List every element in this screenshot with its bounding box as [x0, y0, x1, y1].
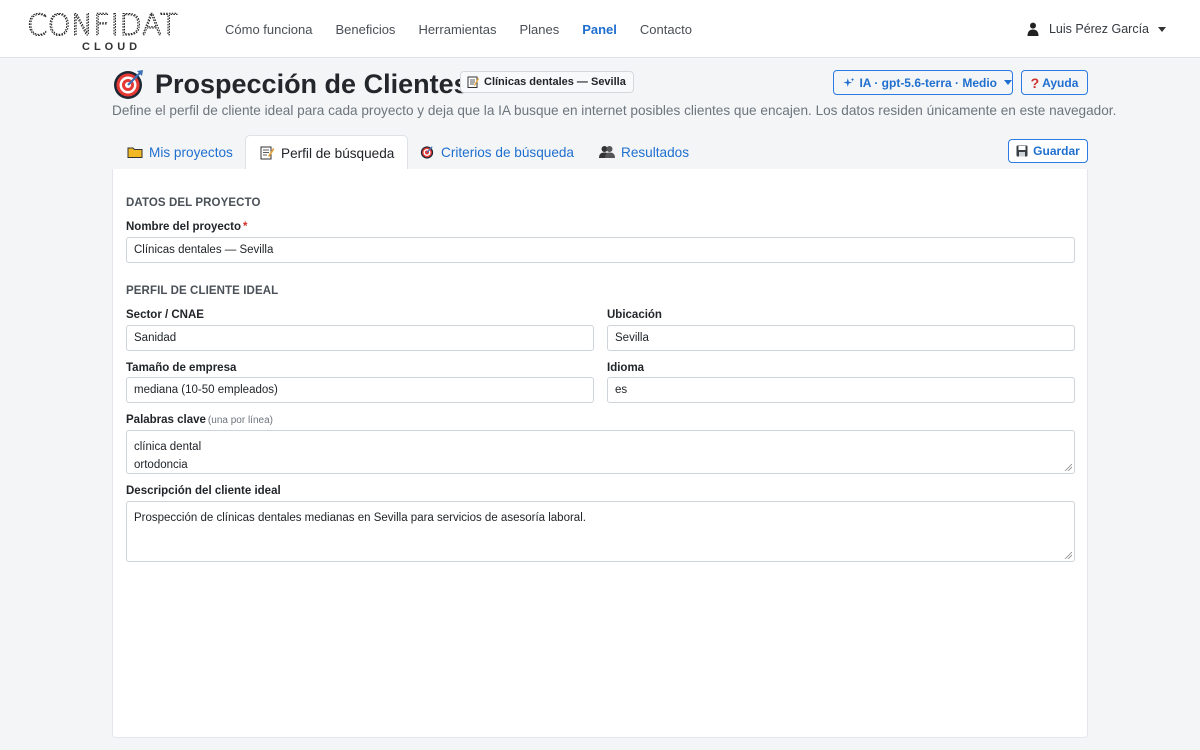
help-button[interactable]: ? Ayuda: [1021, 70, 1088, 95]
memo-icon: [467, 76, 479, 88]
tab-label: Mis proyectos: [149, 144, 233, 160]
required-marker: *: [243, 221, 248, 233]
ai-model-label: IA · gpt-5.6-terra · Medio: [859, 75, 997, 90]
floppy-disk-icon: [1016, 145, 1028, 157]
project-name-input[interactable]: Clínicas dentales — Sevilla: [126, 237, 1075, 263]
tab-perfil-de-busqueda[interactable]: Perfil de búsqueda: [245, 135, 409, 170]
section-title-ideal-profile: PERFIL DE CLIENTE IDEAL: [126, 285, 279, 297]
keyword-line: ortodoncia: [134, 459, 188, 471]
top-navbar: CONFIDAT CLOUD Cómo funciona Beneficios …: [0, 0, 1200, 58]
search-profile-panel: DATOS DEL PROYECTO Nombre del proyecto * …: [112, 169, 1088, 738]
chevron-down-icon: [1158, 26, 1166, 32]
tab-label: Perfil de búsqueda: [281, 145, 395, 161]
user-name: Luis Pérez García: [1048, 22, 1149, 36]
project-badge: Clínicas dentales — Sevilla: [460, 71, 634, 93]
nav-link-beneficios[interactable]: Beneficios: [335, 22, 395, 37]
user-menu-dropdown[interactable]: Luis Pérez García: [1027, 0, 1166, 58]
page-title: Prospección de Clientes: [155, 69, 469, 99]
sector-label: Sector / CNAE: [126, 309, 204, 321]
folder-icon: [127, 147, 143, 158]
company-size-input[interactable]: mediana (10-50 empleados): [126, 377, 594, 403]
brand-subtitle: CLOUD: [82, 41, 142, 53]
tab-label: Resultados: [621, 144, 690, 160]
nav-link-planes[interactable]: Planes: [519, 22, 559, 37]
page-header: Prospección de Clientes Clínicas dentale…: [113, 67, 1088, 107]
language-label: Idioma: [607, 362, 645, 374]
save-button[interactable]: Guardar: [1008, 139, 1088, 163]
resize-grip-icon[interactable]: [1064, 463, 1072, 471]
tab-bar: Mis proyectos Perfil de búsqueda Criteri…: [113, 135, 1088, 170]
main-nav: Cómo funciona Beneficios Herramientas Pl…: [225, 0, 715, 58]
keywords-hint: (una por línea): [207, 415, 273, 426]
chevron-down-icon: [1004, 80, 1012, 85]
user-icon: [1027, 22, 1039, 36]
description-text: Prospección de clínicas dentales mediana…: [134, 512, 586, 524]
project-name-label-text: Nombre del proyecto: [126, 221, 242, 233]
brand-wordmark: CONFIDAT: [27, 8, 178, 42]
save-button-label: Guardar: [1033, 144, 1080, 158]
tab-criterios-de-busqueda[interactable]: Criterios de búsqueda: [419, 135, 574, 169]
project-name-label: Nombre del proyecto *: [126, 221, 248, 233]
tab-mis-proyectos[interactable]: Mis proyectos: [127, 135, 233, 169]
keywords-textarea[interactable]: clínica dental ortodoncia: [126, 430, 1075, 474]
memo-icon: [260, 146, 275, 160]
sector-input[interactable]: Sanidad: [126, 325, 594, 351]
sparkles-icon: [843, 77, 855, 87]
ai-model-selector[interactable]: IA · gpt-5.6-terra · Medio: [833, 70, 1013, 95]
project-badge-label: Clínicas dentales — Sevilla: [484, 76, 626, 88]
direct-hit-target-icon: [114, 70, 143, 99]
language-input[interactable]: es: [607, 377, 1075, 403]
tab-resultados[interactable]: Resultados: [599, 135, 689, 169]
nav-link-herramientas[interactable]: Herramientas: [418, 22, 496, 37]
help-button-label: Ayuda: [1042, 75, 1079, 90]
keywords-label: Palabras clave (una por línea): [126, 414, 273, 426]
people-icon: [599, 146, 615, 158]
section-title-project-data: DATOS DEL PROYECTO: [126, 197, 261, 209]
nav-link-panel[interactable]: Panel: [582, 22, 617, 37]
brand-logo[interactable]: CONFIDAT CLOUD: [27, 8, 189, 54]
description-textarea[interactable]: Prospección de clínicas dentales mediana…: [126, 501, 1075, 562]
resize-grip-icon[interactable]: [1064, 551, 1072, 559]
nav-link-como-funciona[interactable]: Cómo funciona: [225, 22, 312, 37]
keywords-label-text: Palabras clave: [126, 414, 206, 426]
company-size-label: Tamaño de empresa: [126, 362, 237, 374]
keyword-line: clínica dental: [134, 441, 202, 453]
target-icon: [420, 146, 434, 159]
nav-link-contacto[interactable]: Contacto: [640, 22, 692, 37]
location-input[interactable]: Sevilla: [607, 325, 1075, 351]
question-mark-icon: ?: [1030, 74, 1040, 91]
description-label: Descripción del cliente ideal: [126, 485, 281, 497]
tab-label: Criterios de búsqueda: [441, 144, 574, 160]
location-label: Ubicación: [607, 309, 662, 321]
page-subtitle: Define el perfil de cliente ideal para c…: [112, 103, 1117, 118]
